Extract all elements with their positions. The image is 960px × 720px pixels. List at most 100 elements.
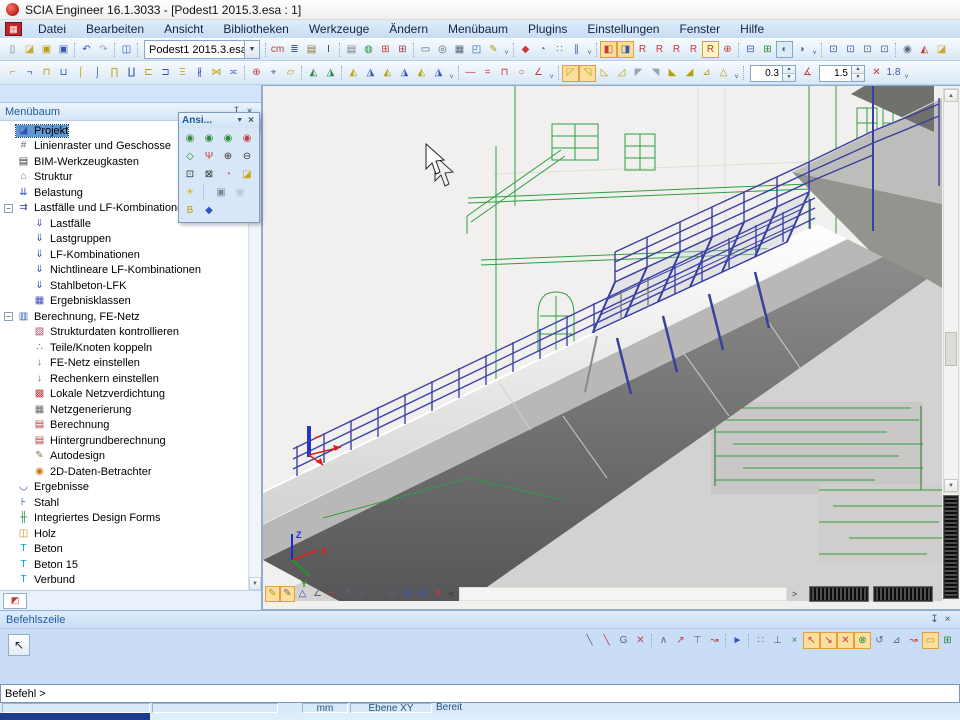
close-icon[interactable]: ×: [941, 614, 954, 626]
snap-f3-button[interactable]: ◺: [596, 65, 613, 82]
member-info-button[interactable]: ∥: [568, 41, 585, 58]
pair-2-button[interactable]: ◮: [362, 65, 379, 82]
menu-hilfe[interactable]: Hilfe: [730, 21, 774, 37]
snap-line-point-button[interactable]: ╲: [598, 632, 615, 649]
snap-f6-button[interactable]: ◥: [647, 65, 664, 82]
zoom-document-button[interactable]: ◔: [534, 41, 551, 58]
snap-f4-button[interactable]: ◿: [613, 65, 630, 82]
zoom-out-button[interactable]: ⊖: [238, 148, 256, 165]
snap-midpoint-button[interactable]: ◹: [579, 65, 596, 82]
tree-item-holz[interactable]: ◫Holz: [4, 526, 248, 542]
subregion-button[interactable]: ⊏: [140, 65, 157, 82]
horizontal-scroll-track[interactable]: [459, 587, 787, 601]
dim-line-button[interactable]: —: [462, 65, 479, 82]
cable-button[interactable]: ∦: [191, 65, 208, 82]
rib-button[interactable]: ∏: [106, 65, 123, 82]
dim-bracket-button[interactable]: ⊓: [496, 65, 513, 82]
camera-off-button[interactable]: ▣: [231, 184, 249, 201]
named-items-button[interactable]: ▤: [343, 41, 360, 58]
shell-button[interactable]: ⌡: [89, 65, 106, 82]
pair-4-button[interactable]: ◮: [396, 65, 413, 82]
pin-icon[interactable]: ↧: [928, 614, 941, 626]
command-input[interactable]: Befehl >: [0, 684, 960, 703]
menu-werkzeuge[interactable]: Werkzeuge: [299, 21, 379, 37]
save-all-button[interactable]: ▣: [38, 41, 55, 58]
volumes-button[interactable]: △: [295, 586, 310, 602]
scroll-down-icon[interactable]: ▼: [944, 479, 958, 492]
render-surface-button[interactable]: ✎: [280, 586, 295, 602]
menu-bibliotheken[interactable]: Bibliotheken: [213, 21, 298, 37]
activate-selection-button[interactable]: ◧: [600, 41, 617, 58]
plate-button[interactable]: ⊔: [55, 65, 72, 82]
select-previous-button[interactable]: R: [702, 41, 719, 58]
weld-a-button[interactable]: ◭: [305, 65, 322, 82]
tree-item-stahl[interactable]: ⊦Stahl: [4, 495, 248, 511]
view-front-button[interactable]: ◉: [181, 130, 199, 147]
close-icon[interactable]: ×: [246, 115, 256, 126]
new-project-button[interactable]: ▯: [4, 41, 21, 58]
open-folder-button[interactable]: ◪: [933, 41, 950, 58]
dim-circle-button[interactable]: ○: [513, 65, 530, 82]
snap-tangent-button[interactable]: ↗: [672, 632, 689, 649]
send-view-button[interactable]: ⊞: [759, 41, 776, 58]
view-top-button[interactable]: ◉: [219, 130, 237, 147]
pair-3-button[interactable]: ◭: [379, 65, 396, 82]
menu-men-baum[interactable]: Menübaum: [438, 21, 518, 37]
document-system-icon[interactable]: ▦: [5, 22, 22, 36]
redo-button[interactable]: ↷: [95, 41, 112, 58]
select-add-button[interactable]: R: [685, 41, 702, 58]
snap-perp-button[interactable]: ⊤: [689, 632, 706, 649]
overflow-chevron-icon[interactable]: ˅: [902, 65, 911, 82]
tree-item-netzgenerierung[interactable]: ▦Netzgenerierung: [4, 402, 248, 418]
snap-endpoint-button[interactable]: ◸: [562, 65, 579, 82]
angle-step-button[interactable]: ∡: [799, 65, 816, 82]
labels-display-button[interactable]: A: [340, 586, 355, 602]
activate-clipping-button[interactable]: ◨: [617, 41, 634, 58]
collapse-icon[interactable]: −: [4, 312, 13, 321]
snap-grid-button[interactable]: ∷: [752, 632, 769, 649]
overflow-chevron-icon[interactable]: ˅: [447, 65, 456, 82]
light-button[interactable]: ☀: [181, 184, 199, 201]
spin-up-icon[interactable]: ▲: [852, 66, 864, 74]
scale-tool-button[interactable]: ✕: [868, 65, 885, 82]
snap-curve-button[interactable]: ↝: [706, 632, 723, 649]
view-side-button[interactable]: ◉: [200, 130, 218, 147]
pair-5-button[interactable]: ◭: [413, 65, 430, 82]
tree-item-beton-15[interactable]: TBeton 15: [4, 557, 248, 573]
save-view-button[interactable]: ⊟: [742, 41, 759, 58]
snap-f5-button[interactable]: ◤: [630, 65, 647, 82]
snap-f8-button[interactable]: ◢: [681, 65, 698, 82]
zoom-window-button[interactable]: ⊡: [181, 166, 199, 183]
open-project-button[interactable]: ◪: [21, 41, 38, 58]
scrollbar-thumb[interactable]: [945, 332, 957, 366]
zoom-all-button[interactable]: ⊠: [200, 166, 218, 183]
menu-datei[interactable]: Datei: [28, 21, 76, 37]
spin-up-icon[interactable]: ▲: [783, 66, 795, 74]
cross-sections-button[interactable]: I: [320, 41, 337, 58]
model-display-button[interactable]: ∴: [370, 586, 385, 602]
menu-bearbeiten[interactable]: Bearbeiten: [76, 21, 154, 37]
open-view-button[interactable]: ◪: [238, 166, 256, 183]
viewport-3d[interactable]: Z X Y ▲ ▼ ✎✎△∠⊢A1∴☏⊞⊟# < >: [262, 85, 960, 610]
project-manager-button[interactable]: ◫: [118, 41, 135, 58]
overflow-chevron-icon[interactable]: ˅: [732, 65, 741, 82]
tree-item-berechnung-fe-netz[interactable]: −▥Berechnung, FE-Netz: [4, 309, 248, 325]
table-results-button[interactable]: ⊞: [394, 41, 411, 58]
render-window-button[interactable]: ◆: [200, 202, 218, 219]
tree-item-ergebnisklassen[interactable]: ▦Ergebnisklassen: [4, 294, 248, 310]
table-edit-button[interactable]: ⊞: [939, 632, 956, 649]
spin-down-icon[interactable]: ▼: [852, 74, 864, 81]
pan-bar-horizontal-2[interactable]: [873, 586, 933, 602]
snap-delete-button[interactable]: ✕: [632, 632, 649, 649]
pair-6-button[interactable]: ◮: [430, 65, 447, 82]
support-button[interactable]: ▱: [282, 65, 299, 82]
ansicht-header[interactable]: Ansi... ▼ ×: [179, 113, 259, 128]
paste-button[interactable]: ⊡: [876, 41, 893, 58]
viewport-vertical-scrollbar[interactable]: ▲ ▼: [943, 88, 959, 493]
zoom-selection-button[interactable]: ◔: [219, 166, 237, 183]
snap-vertex-button[interactable]: ∧: [655, 632, 672, 649]
magnet-distance-value[interactable]: 1.5: [819, 65, 852, 82]
collapse-icon[interactable]: −: [4, 204, 13, 213]
snap-mode-endpoint-button[interactable]: ↖: [803, 632, 820, 649]
print-preview-button[interactable]: ◎: [434, 41, 451, 58]
